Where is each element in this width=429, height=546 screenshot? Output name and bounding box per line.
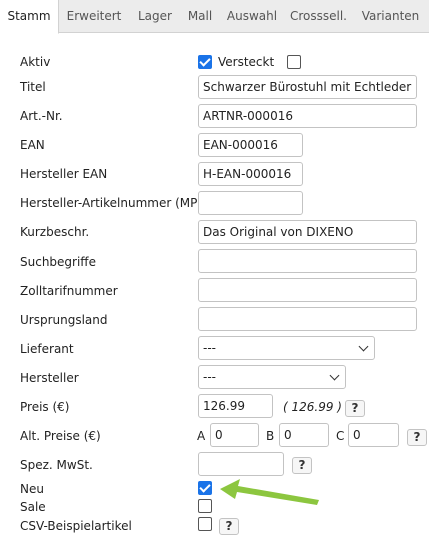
- chevron-down-icon: [358, 341, 369, 352]
- artnr-input[interactable]: ARTNR-000016: [198, 104, 417, 128]
- versteckt-checkbox[interactable]: [287, 55, 301, 69]
- aktiv-checkbox[interactable]: [198, 55, 212, 69]
- spez-mwst-help-button[interactable]: ?: [292, 457, 312, 474]
- hersteller-value: ---: [203, 370, 216, 384]
- sale-label: Sale: [20, 500, 46, 514]
- hersteller-ean-label: Hersteller EAN: [20, 167, 108, 181]
- titel-input[interactable]: Schwarzer Bürostuhl mit Echtleder: [198, 75, 417, 99]
- kurzbeschr-label: Kurzbeschr.: [20, 225, 90, 239]
- kurzbeschr-input[interactable]: Das Original von DIXENO: [198, 220, 417, 244]
- alt-preis-c-input[interactable]: 0: [348, 423, 399, 447]
- mpn-input[interactable]: [198, 191, 303, 215]
- neu-label: Neu: [20, 482, 44, 496]
- alt-preise-help-button[interactable]: ?: [407, 429, 427, 446]
- hersteller-select[interactable]: ---: [198, 365, 346, 389]
- tab-stamm[interactable]: Stamm: [0, 0, 59, 34]
- hersteller-ean-input[interactable]: H-EAN-000016: [198, 162, 303, 186]
- preis-input[interactable]: 126.99: [198, 394, 273, 418]
- lieferant-value: ---: [203, 341, 216, 355]
- csv-checkbox[interactable]: [198, 517, 212, 531]
- arrow-annotation-icon: [220, 479, 319, 505]
- ursprungsland-input[interactable]: [198, 307, 417, 331]
- preis-computed: ( 126.99 ): [283, 400, 342, 414]
- alt-preis-b-label: B: [266, 429, 275, 443]
- tab-erweitert[interactable]: Erweitert: [59, 0, 129, 33]
- alt-preis-b-input[interactable]: 0: [279, 423, 329, 447]
- ean-label: EAN: [20, 138, 45, 152]
- mpn-label: Hersteller-Artikelnummer (MPN): [20, 196, 212, 210]
- alt-preis-a-input[interactable]: 0: [210, 423, 259, 447]
- suchbegriffe-input[interactable]: [198, 249, 417, 273]
- tab-mall[interactable]: Mall: [181, 0, 219, 33]
- versteckt-label: Versteckt: [218, 55, 275, 69]
- hersteller-label: Hersteller: [20, 371, 79, 385]
- tab-auswahl[interactable]: Auswahl: [219, 0, 285, 33]
- zolltarif-input[interactable]: [198, 278, 417, 302]
- neu-checkbox[interactable]: [198, 481, 212, 495]
- ean-input[interactable]: EAN-000016: [198, 133, 303, 157]
- titel-label: Titel: [20, 80, 46, 94]
- lieferant-label: Lieferant: [20, 342, 74, 356]
- tab-crosssell[interactable]: Crosssell.: [285, 0, 352, 33]
- spez-mwst-label: Spez. MwSt.: [20, 458, 93, 472]
- ursprungsland-label: Ursprungsland: [20, 313, 108, 327]
- suchbegriffe-label: Suchbegriffe: [20, 255, 96, 269]
- zolltarif-label: Zolltarifnummer: [20, 284, 118, 298]
- alt-preise-label: Alt. Preise (€): [20, 429, 101, 443]
- tab-lager[interactable]: Lager: [129, 0, 181, 33]
- sale-checkbox[interactable]: [198, 499, 212, 513]
- csv-help-button[interactable]: ?: [219, 518, 239, 535]
- alt-preis-c-label: C: [336, 429, 345, 443]
- alt-preis-a-label: A: [197, 429, 206, 443]
- tab-varianten[interactable]: Varianten: [352, 0, 429, 33]
- csv-label: CSV-Beispielartikel: [20, 519, 132, 533]
- preis-help-button[interactable]: ?: [345, 400, 365, 417]
- preis-label: Preis (€): [20, 400, 70, 414]
- tab-bar: Stamm Erweitert Lager Mall Auswahl Cross…: [0, 0, 429, 34]
- spez-mwst-input[interactable]: [198, 452, 284, 476]
- lieferant-select[interactable]: ---: [198, 336, 375, 360]
- chevron-down-icon: [329, 370, 340, 381]
- artnr-label: Art.-Nr.: [20, 109, 63, 123]
- aktiv-label: Aktiv: [20, 55, 51, 69]
